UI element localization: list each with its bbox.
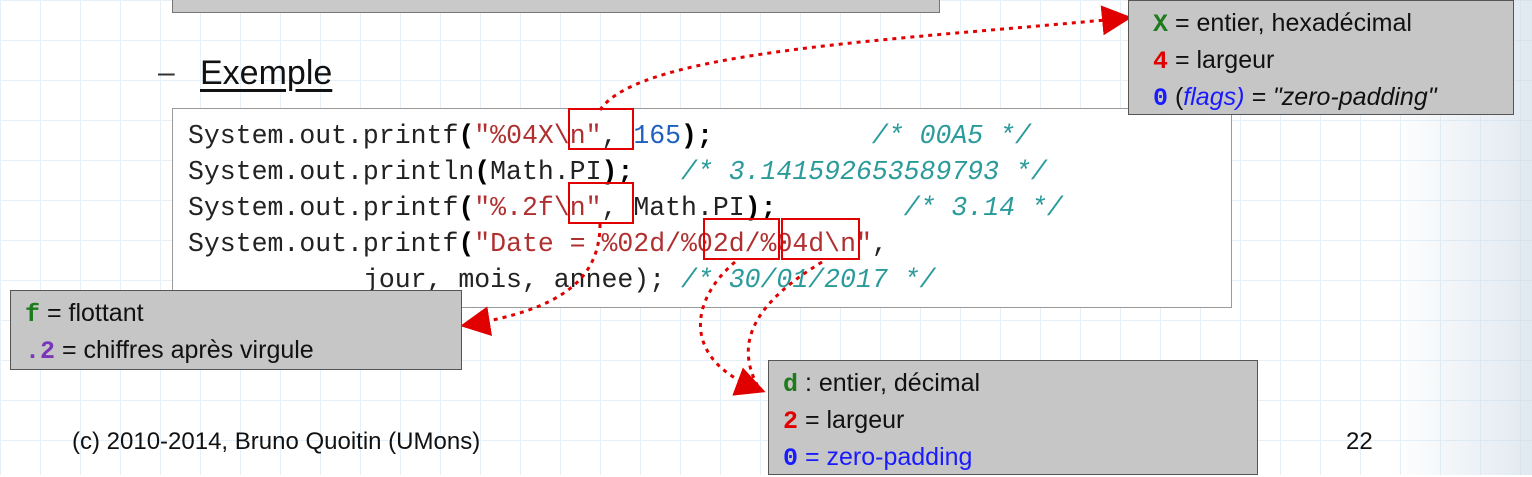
note-float: f = flottant .2 = chiffres après virgule (10, 290, 462, 370)
arrow-to-x-note (598, 5, 1132, 111)
note-hexadecimal: X = entier, hexadécimal 4 = largeur 0 (f… (1128, 0, 1514, 115)
arrow-to-f-note (460, 223, 602, 337)
footer-credit: (c) 2010-2014, Bruno Quoitin (UMons) (72, 428, 481, 455)
arrow-from-02d-day (698, 260, 766, 396)
page-number: 22 (1346, 428, 1373, 455)
note-decimal: d : entier, décimal 2 = largeur 0 = zero… (768, 360, 1258, 475)
